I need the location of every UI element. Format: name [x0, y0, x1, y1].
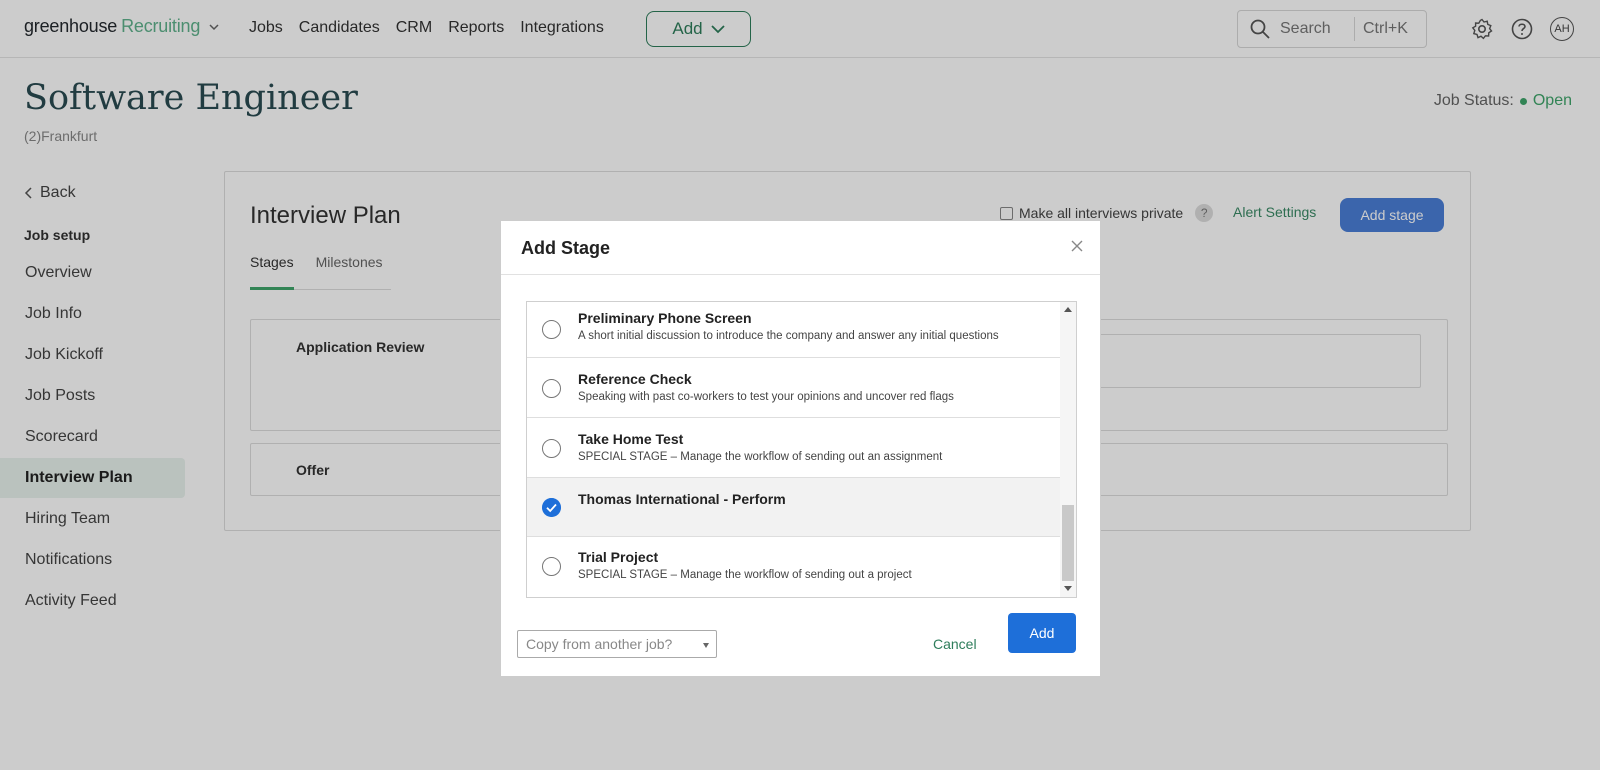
stage-option-desc: Speaking with past co-workers to test yo… — [578, 391, 954, 403]
stage-option-name: Trial Project — [578, 549, 659, 565]
stage-radio[interactable] — [542, 320, 561, 339]
stage-option-selected[interactable]: Thomas International - Perform — [527, 478, 1060, 537]
add-stage-dialog: Add Stage Preliminary Phone Screen A sho… — [500, 220, 1101, 677]
checkmark-icon[interactable] — [542, 498, 561, 517]
stage-radio[interactable] — [542, 557, 561, 576]
stage-radio[interactable] — [542, 379, 561, 398]
add-button[interactable]: Add — [1008, 613, 1076, 653]
copy-from-job-select[interactable]: Copy from another job? — [517, 630, 717, 658]
scroll-up-icon[interactable] — [1064, 307, 1072, 312]
stage-radio[interactable] — [542, 439, 561, 458]
stage-option-desc: A short initial discussion to introduce … — [578, 330, 999, 342]
cancel-button[interactable]: Cancel — [933, 626, 977, 652]
copy-select-placeholder: Copy from another job? — [526, 636, 673, 652]
close-icon[interactable] — [1070, 239, 1084, 253]
stage-option[interactable]: Trial Project SPECIAL STAGE – Manage the… — [527, 537, 1060, 597]
stage-options-list[interactable]: Preliminary Phone Screen A short initial… — [526, 301, 1077, 598]
stage-option-name: Thomas International - Perform — [578, 491, 786, 507]
stage-option-desc: SPECIAL STAGE – Manage the workflow of s… — [578, 451, 943, 463]
list-scrollbar[interactable] — [1060, 302, 1076, 597]
stage-option[interactable]: Take Home Test SPECIAL STAGE – Manage th… — [527, 418, 1060, 478]
dialog-header: Add Stage — [501, 221, 1100, 275]
dialog-title: Add Stage — [521, 238, 611, 258]
stage-option-desc: SPECIAL STAGE – Manage the workflow of s… — [578, 569, 912, 581]
stage-option[interactable]: Preliminary Phone Screen A short initial… — [527, 302, 1060, 358]
caret-down-icon — [703, 643, 709, 648]
stage-option-name: Take Home Test — [578, 431, 684, 447]
stage-option-name: Preliminary Phone Screen — [578, 310, 752, 326]
stage-option[interactable]: Reference Check Speaking with past co-wo… — [527, 358, 1060, 418]
stage-option-name: Reference Check — [578, 371, 692, 387]
scroll-down-icon[interactable] — [1064, 586, 1072, 591]
scroll-thumb[interactable] — [1062, 505, 1074, 581]
